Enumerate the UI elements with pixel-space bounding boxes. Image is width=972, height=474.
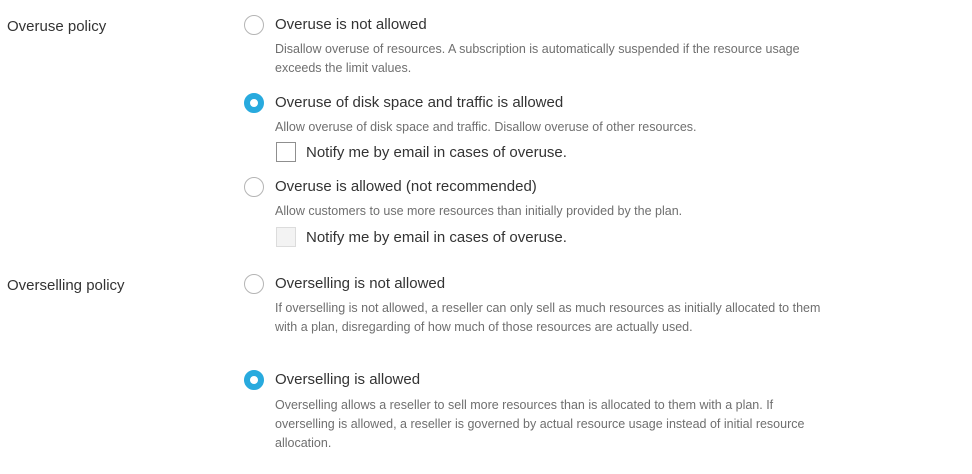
overuse-policy-label: Overuse policy xyxy=(7,18,107,35)
overselling-allowed-radio[interactable] xyxy=(244,370,264,390)
overuse-disk-traffic-allowed-radio[interactable] xyxy=(244,93,264,113)
overuse-allowed-radio[interactable] xyxy=(244,177,264,197)
overuse-disk-traffic-allowed-description: Allow overuse of disk space and traffic.… xyxy=(275,120,697,134)
overuse-allowed-description: Allow customers to use more resources th… xyxy=(275,204,683,218)
overselling-not-allowed-radio[interactable] xyxy=(244,274,264,294)
notify-overuse-label[interactable]: Notify me by email in cases of overuse. xyxy=(306,144,567,162)
overselling-not-allowed-description: If overselling is not allowed, a reselle… xyxy=(275,301,821,334)
overuse-not-allowed-description: Disallow overuse of resources. A subscri… xyxy=(275,42,800,75)
notify-overuse-disabled-checkbox[interactable] xyxy=(276,227,296,247)
overuse-not-allowed-radio[interactable] xyxy=(244,15,264,35)
overuse-disk-traffic-allowed-title[interactable]: Overuse of disk space and traffic is all… xyxy=(275,94,563,112)
overuse-allowed-title[interactable]: Overuse is allowed (not recommended) xyxy=(275,178,537,196)
notify-overuse-disabled-label: Notify me by email in cases of overuse. xyxy=(306,229,567,246)
overselling-not-allowed-title[interactable]: Overselling is not allowed xyxy=(275,275,445,293)
overselling-policy-label: Overselling policy xyxy=(7,277,125,294)
overselling-allowed-title[interactable]: Overselling is allowed xyxy=(275,371,420,389)
overuse-not-allowed-title[interactable]: Overuse is not allowed xyxy=(275,16,427,34)
overselling-allowed-description: Overselling allows a reseller to sell mo… xyxy=(275,398,805,450)
notify-overuse-checkbox[interactable] xyxy=(276,142,296,162)
